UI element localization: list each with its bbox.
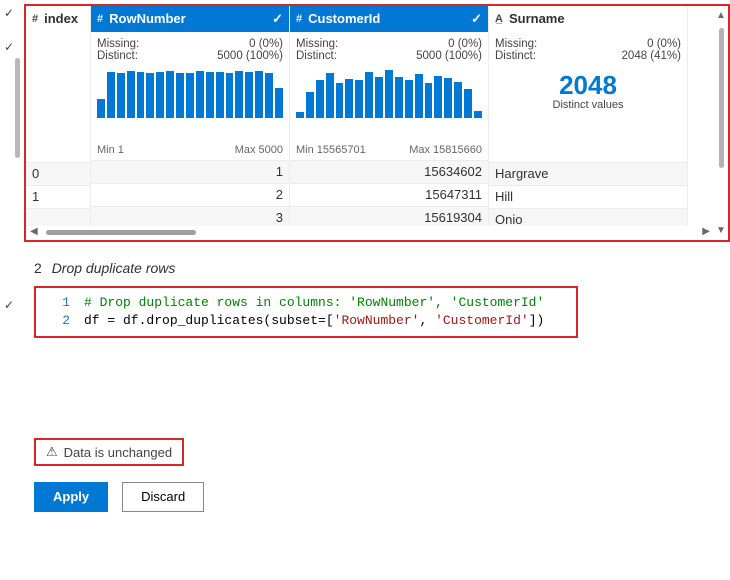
check-icon: ✓	[471, 8, 482, 30]
hash-icon: #	[296, 8, 302, 30]
line-number: 2	[42, 312, 84, 330]
hash-icon: #	[32, 8, 38, 30]
column-label: CustomerId	[308, 8, 380, 30]
stat-label: Missing:	[296, 38, 338, 50]
column-header-rownumber[interactable]: # RowNumber ✓	[91, 6, 289, 32]
histogram	[97, 70, 283, 118]
stat-value: 0 (0%)	[249, 38, 283, 50]
min-label: Min 1	[97, 144, 124, 156]
warning-icon: ⚠	[46, 444, 58, 460]
line-number: 1	[42, 294, 84, 312]
column-label: Surname	[509, 8, 565, 30]
code-comment: # Drop duplicate rows in columns: 'RowNu…	[84, 294, 544, 312]
min-label: Min 15565701	[296, 144, 366, 156]
code-preview: 1 # Drop duplicate rows in columns: 'Row…	[34, 286, 578, 338]
column-surname: A̲ Surname Missing: 0 (0%) Distinct: 2048 …	[489, 6, 688, 231]
data-preview-panel: # index 0 1 # RowNumber ✓	[24, 4, 730, 242]
discard-button[interactable]: Discard	[122, 482, 204, 512]
stat-value: 2048 (41%)	[622, 50, 681, 62]
column-header-surname[interactable]: A̲ Surname	[489, 6, 687, 32]
max-label: Max 15815660	[409, 144, 482, 156]
stat-label: Distinct:	[296, 50, 337, 62]
table-cell[interactable]: 0	[26, 162, 90, 185]
chevron-up-icon[interactable]: ▲	[716, 10, 726, 21]
column-label: index	[44, 8, 78, 30]
chevron-left-icon[interactable]: ◀	[30, 226, 38, 237]
text-type-icon: A̲	[495, 8, 503, 30]
code-string: 'RowNumber'	[334, 312, 420, 330]
apply-button[interactable]: Apply	[34, 482, 108, 512]
stat-label: Missing:	[97, 38, 139, 50]
gutter-check-icon: ✓	[4, 6, 14, 20]
horizontal-scrollbar[interactable]: ◀ ▶	[28, 226, 712, 238]
stat-label: Missing:	[495, 38, 537, 50]
max-label: Max 5000	[235, 144, 283, 156]
column-index: # index 0 1	[26, 6, 91, 231]
histogram	[296, 70, 482, 118]
check-icon: ✓	[272, 8, 283, 30]
stat-label: Distinct:	[495, 50, 536, 62]
code-string: 'CustomerId'	[435, 312, 529, 330]
left-scroll-thumb[interactable]	[15, 58, 20, 158]
gutter-check-icon: ✓	[4, 298, 14, 312]
status-text: Data is unchanged	[64, 445, 172, 460]
table-cell[interactable]: 2	[91, 183, 289, 206]
table-cell[interactable]: Hargrave	[489, 162, 687, 185]
code-text: df = df.drop_duplicates(subset=[	[84, 312, 334, 330]
vertical-scroll-thumb[interactable]	[719, 28, 724, 168]
column-label: RowNumber	[109, 8, 186, 30]
table-cell[interactable]: 15647311	[290, 183, 488, 206]
code-text: ,	[419, 312, 435, 330]
stat-value: 0 (0%)	[647, 38, 681, 50]
table-cell[interactable]: 15634602	[290, 160, 488, 183]
stat-value: 5000 (100%)	[217, 50, 283, 62]
chevron-right-icon[interactable]: ▶	[702, 226, 710, 237]
status-unchanged: ⚠ Data is unchanged	[34, 438, 184, 466]
hash-icon: #	[97, 8, 103, 30]
table-cell[interactable]: Hill	[489, 185, 687, 208]
stat-value: 5000 (100%)	[416, 50, 482, 62]
gutter-check-icon: ✓	[4, 40, 14, 54]
column-rownumber: # RowNumber ✓ Missing: 0 (0%) Distinct: 50…	[91, 6, 290, 231]
horizontal-scroll-thumb[interactable]	[46, 230, 196, 235]
column-header-customerid[interactable]: # CustomerId ✓	[290, 6, 488, 32]
chevron-down-icon[interactable]: ▼	[716, 225, 726, 236]
stat-label: Distinct:	[97, 50, 138, 62]
column-customerid: # CustomerId ✓ Missing: 0 (0%) Distinct: 5…	[290, 6, 489, 231]
stat-value: 0 (0%)	[448, 38, 482, 50]
column-header-index[interactable]: # index	[26, 6, 90, 32]
table-cell[interactable]: 1	[91, 160, 289, 183]
step-number: 2	[34, 260, 42, 276]
step-title: 2 Drop duplicate rows	[34, 260, 730, 276]
step-name: Drop duplicate rows	[52, 260, 176, 276]
vertical-scrollbar[interactable]: ▲ ▼	[714, 8, 728, 238]
table-cell[interactable]: 1	[26, 185, 90, 208]
distinct-big-number: 2048 Distinct values	[495, 70, 681, 111]
code-text: ])	[529, 312, 545, 330]
